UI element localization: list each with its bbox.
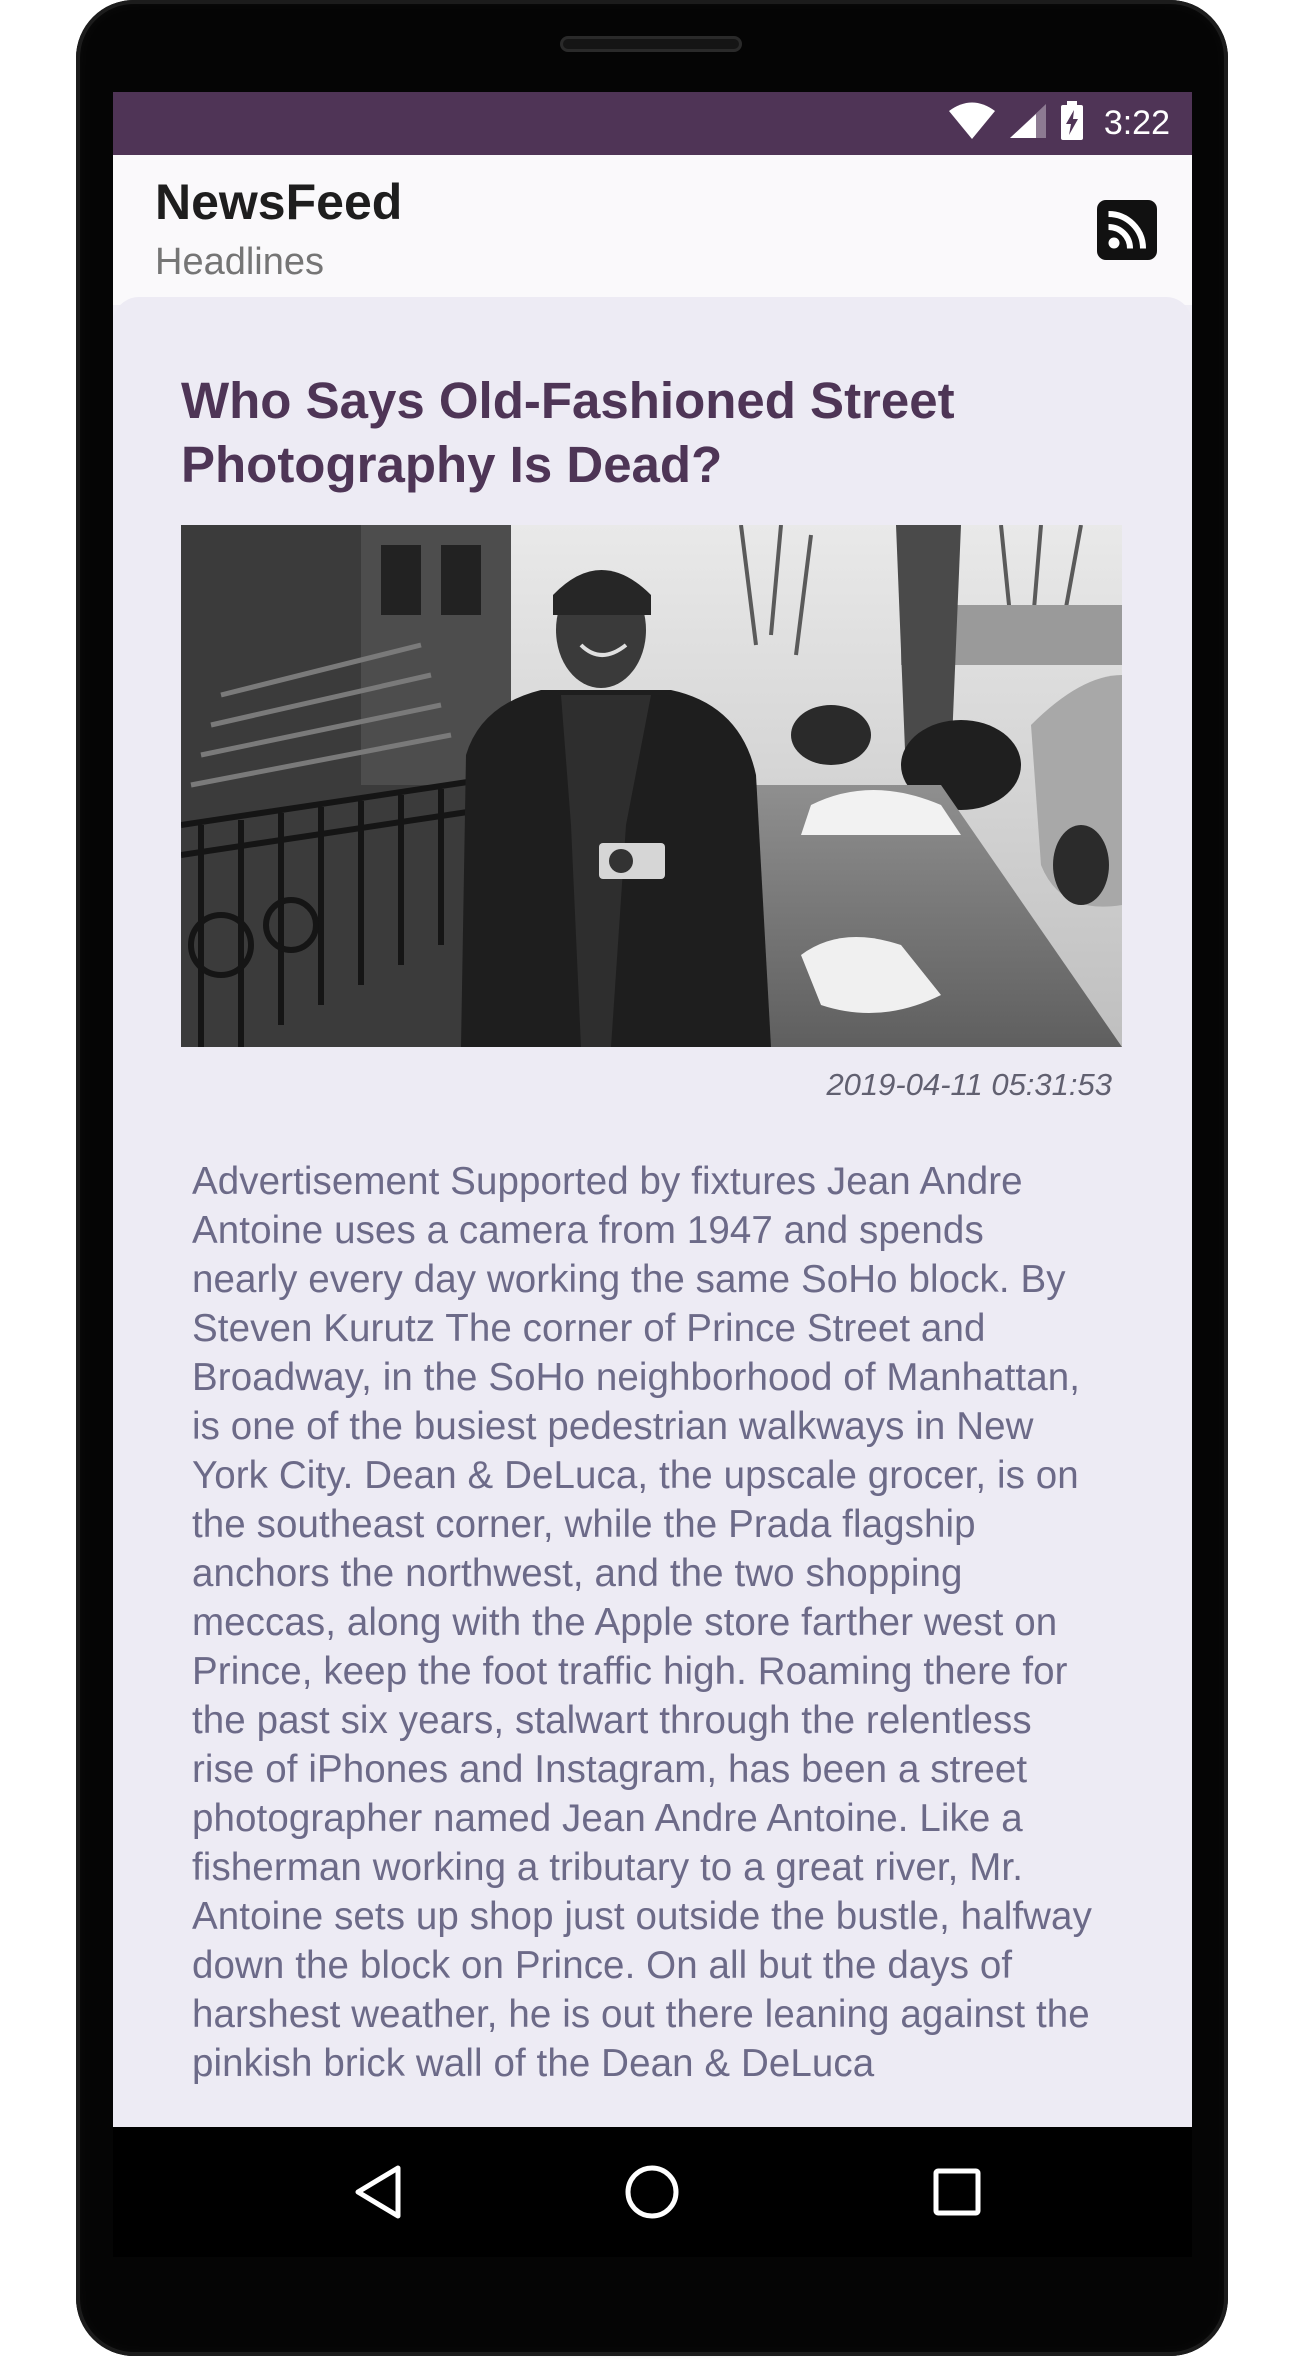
article-timestamp: 2019-04-11 05:31:53 <box>826 1067 1112 1102</box>
article-body: Advertisement Supported by fixtures Jean… <box>192 1160 1092 2085</box>
recents-button[interactable] <box>927 2162 987 2222</box>
cell-signal-icon <box>1008 102 1048 145</box>
recents-icon <box>927 2168 987 2226</box>
status-icons: 3:22 <box>948 92 1170 155</box>
phone-frame: 3:22 NewsFeed Headlines Who Says Old-Fas… <box>76 0 1228 2356</box>
article-card[interactable]: Who Says Old-Fashioned Street Photograph… <box>113 297 1192 2127</box>
status-time: 3:22 <box>1103 104 1170 142</box>
navigation-bar <box>113 2127 1192 2257</box>
wifi-icon <box>948 102 996 145</box>
app-title: NewsFeed <box>155 174 403 230</box>
rss-feed-button[interactable] <box>1097 200 1157 260</box>
home-icon <box>622 2165 682 2226</box>
app-bar: NewsFeed Headlines <box>113 155 1192 305</box>
home-button[interactable] <box>622 2162 682 2222</box>
back-button[interactable] <box>350 2162 410 2222</box>
battery-charging-icon <box>1060 101 1084 146</box>
app-subtitle: Headlines <box>155 241 324 283</box>
back-icon <box>350 2165 410 2226</box>
article-title[interactable]: Who Says Old-Fashioned Street Photograph… <box>181 369 1081 497</box>
rss-feed-icon <box>1097 211 1157 264</box>
status-bar: 3:22 <box>113 92 1192 155</box>
speaker-grille <box>560 36 742 52</box>
article-photo[interactable] <box>181 525 1122 1047</box>
screen: 3:22 NewsFeed Headlines Who Says Old-Fas… <box>113 92 1192 2127</box>
